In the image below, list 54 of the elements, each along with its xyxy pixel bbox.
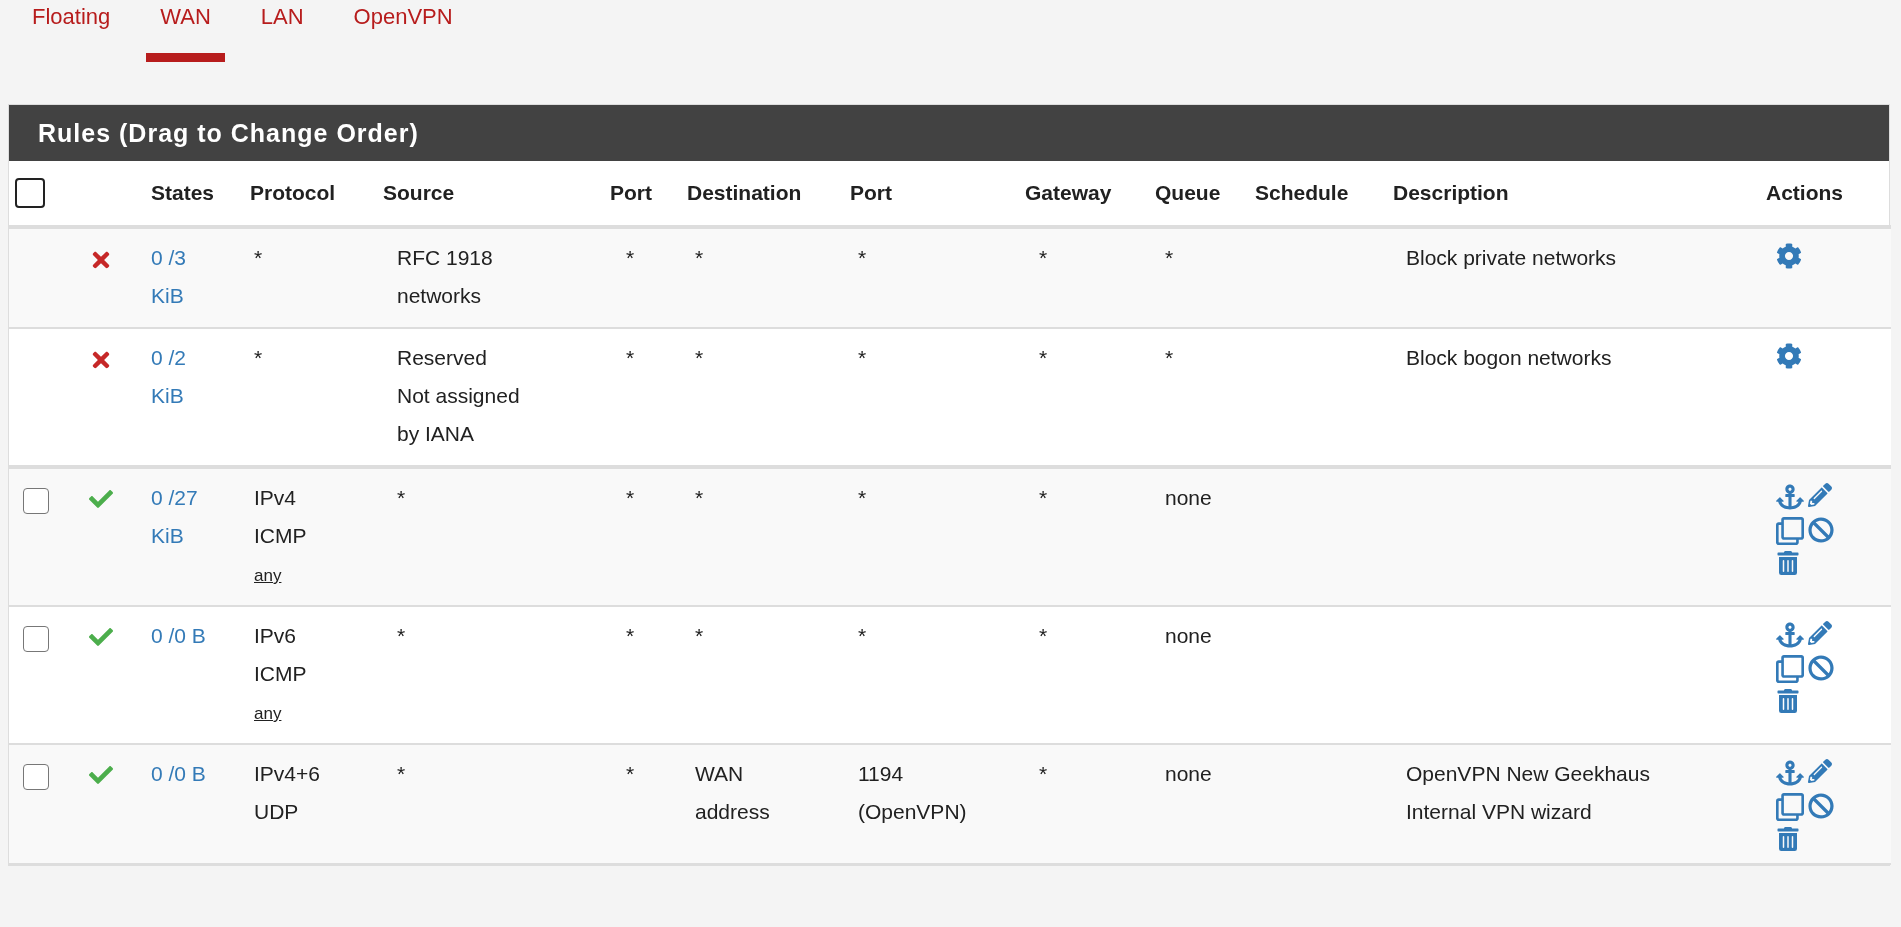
cell-text: *: [695, 623, 704, 649]
cell-text: *: [1039, 623, 1048, 649]
cell-text: *: [858, 623, 867, 649]
states-link[interactable]: 0 /27 KiB: [151, 479, 198, 555]
cell-text: RFC 1918 networks: [397, 245, 493, 309]
cell-text: *: [626, 485, 635, 511]
cell-text: *: [1039, 345, 1048, 371]
states-link[interactable]: 0 /0 B: [151, 617, 206, 655]
icmp-type-link[interactable]: any: [254, 703, 282, 725]
row-checkbox[interactable]: [23, 488, 49, 515]
panel-title: Rules (Drag to Change Order): [9, 105, 1889, 161]
cell-text: *: [1039, 245, 1048, 271]
row-checkbox[interactable]: [23, 626, 49, 653]
cell-text: Block private networks: [1406, 245, 1617, 271]
cell-text: IPv6 ICMP: [254, 623, 307, 687]
row-checkbox[interactable]: [23, 764, 49, 791]
cell-text: *: [1039, 485, 1048, 511]
cell-text: IPv4+6 UDP: [254, 761, 320, 825]
cell-text: Block bogon networks: [1406, 345, 1612, 371]
cell-text: *: [626, 245, 635, 271]
tab[interactable]: OpenVPN: [339, 0, 467, 62]
cell-text: *: [254, 345, 263, 371]
tab[interactable]: LAN: [246, 0, 318, 62]
cell-text: *: [695, 345, 704, 371]
cell-text: *: [858, 345, 867, 371]
cell-text: *: [626, 345, 635, 371]
cell-text: Reserved Not assigned by IANA: [397, 345, 520, 447]
cell-text: *: [1039, 761, 1048, 787]
cell-text: *: [858, 245, 867, 271]
states-link[interactable]: 0 /3 KiB: [151, 239, 187, 315]
cell-text: none: [1165, 761, 1212, 787]
tab[interactable]: WAN: [146, 0, 225, 62]
cell-text: *: [397, 485, 406, 511]
cell-text: *: [254, 245, 263, 271]
cell-text: *: [1165, 345, 1174, 371]
cell-text: *: [695, 485, 704, 511]
cell-text: *: [626, 761, 635, 787]
cell-text: *: [626, 623, 635, 649]
cell-text: OpenVPN New Geekhaus Internal VPN wizard: [1406, 761, 1650, 825]
cell-text: *: [858, 485, 867, 511]
cell-text: WAN address: [695, 761, 770, 825]
cell-text: IPv4 ICMP: [254, 485, 307, 549]
states-link[interactable]: 0 /2 KiB: [151, 339, 187, 415]
cell-text: 1194 (OpenVPN): [858, 761, 967, 825]
select-all-checkbox[interactable]: [15, 178, 45, 208]
cell-text: *: [397, 623, 406, 649]
cell-text: *: [695, 245, 704, 271]
tab[interactable]: Floating: [18, 0, 125, 62]
cell-text: none: [1165, 485, 1212, 511]
states-link[interactable]: 0 /0 B: [151, 755, 206, 793]
cell-text: *: [1165, 245, 1174, 271]
cell-text: none: [1165, 623, 1212, 649]
cell-text: *: [397, 761, 406, 787]
icmp-type-link[interactable]: any: [254, 565, 282, 587]
